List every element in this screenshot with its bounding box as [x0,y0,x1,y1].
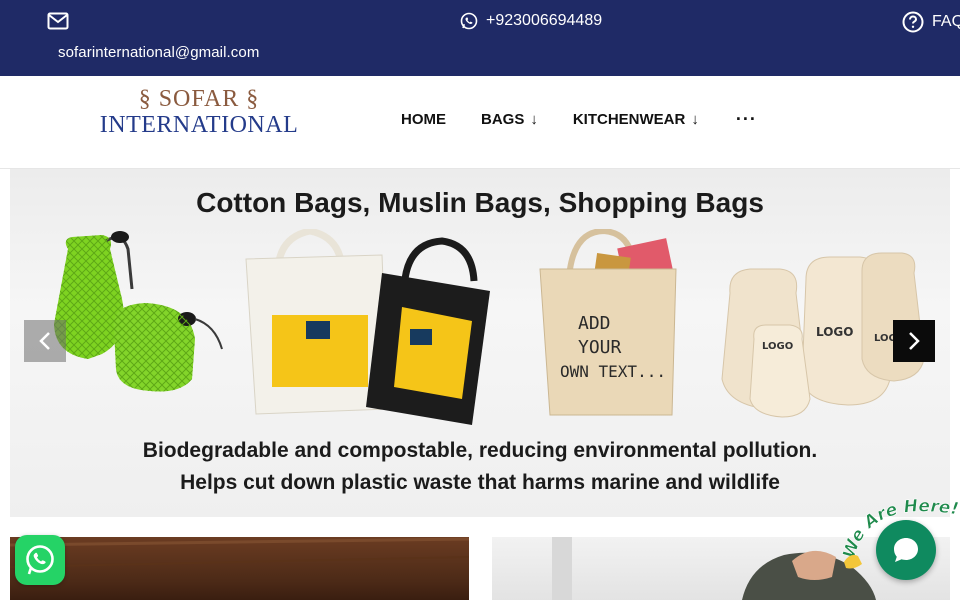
wooden-board-image [10,537,469,568]
faq-label: FAQ [932,13,960,30]
green-mesh-bag [54,231,223,392]
contact-email-link[interactable]: sofarinternational@gmail.com [58,44,259,61]
black-yellow-tote [366,237,490,425]
arrow-down-icon: ↓ [530,111,538,128]
pouch-logo-2: LOGO [816,325,853,339]
hero-slider: Cotton Bags, Muslin Bags, Shopping Bags [10,169,950,517]
chevron-left-icon [39,332,50,350]
site-logo[interactable]: § SOFAR § INTERNATIONAL [84,86,314,152]
nav-kitchenwear[interactable]: KITCHENWEAR ↓ [573,111,699,128]
logo-flourish-right: § [246,86,260,112]
logo-text-sofar: SOFAR [158,86,240,112]
chevron-right-icon [909,332,920,350]
whatsapp-icon [26,545,54,575]
question-circle-icon [902,11,924,33]
arrow-down-icon: ↓ [691,111,699,128]
top-contact-bar: sofarinternational@gmail.com +9230066944… [0,0,960,76]
whatsapp-icon [460,12,478,30]
nav-bags[interactable]: BAGS ↓ [481,111,538,128]
logo-flourish-left: § [138,86,152,112]
tote-text-line-1: ADD [578,313,611,334]
contact-phone-link[interactable]: +923006694489 [460,12,602,30]
site-header: § SOFAR § INTERNATIONAL HOME BAGS ↓ KITC… [0,76,960,169]
chat-open-button[interactable] [876,520,936,580]
slider-next-button[interactable] [893,320,935,362]
phone-number: +923006694489 [486,12,603,29]
category-card-wooden[interactable] [10,537,469,600]
whatsapp-float-button[interactable] [15,535,65,585]
canvas-tote: ADD YOUR OWN TEXT... [539,229,677,416]
slider-prev-button[interactable] [24,320,66,362]
nav-bags-label: BAGS [481,111,525,128]
nav-home-label: HOME [401,111,446,128]
logo-line-2: INTERNATIONAL [99,112,299,138]
mail-icon[interactable] [47,12,69,30]
tote-text-line-2: YOUR [578,337,622,358]
banner-caption-line-2: Helps cut down plastic waste that harms … [180,471,780,494]
main-navigation: HOME BAGS ↓ KITCHENWEAR ↓ ··· [401,109,792,130]
banner-product-image: ADD YOUR OWN TEXT... LOGO LOGO LOGO [54,229,925,425]
nav-home[interactable]: HOME [401,111,446,128]
white-yellow-tote [245,229,389,415]
live-chat-widget[interactable]: We Are Here! [836,490,960,600]
tote-text-line-3: OWN TEXT... [560,362,666,381]
banner-caption-line-1: Biodegradable and compostable, reducing … [142,439,818,462]
faq-link[interactable]: FAQ [902,11,960,33]
pouch-logo-1: LOGO [762,341,793,352]
logo-line-1: § SOFAR § [84,86,314,113]
banner-headline: Cotton Bags, Muslin Bags, Shopping Bags [196,187,764,218]
nav-kitchenwear-label: KITCHENWEAR [572,111,686,128]
more-menu-icon[interactable]: ··· [736,109,757,130]
chat-bubble-icon [894,538,918,562]
